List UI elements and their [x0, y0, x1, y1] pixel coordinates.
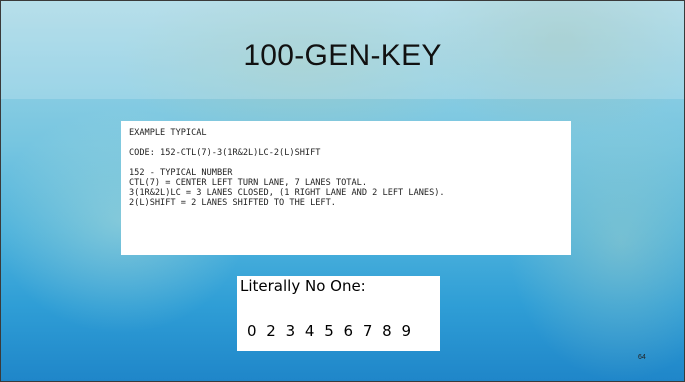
slide: 100-GEN-KEY EXAMPLE TYPICAL CODE: 152-CT…: [0, 0, 685, 382]
example-line-ctl: CTL(7) = CENTER LEFT TURN LANE, 7 LANES …: [129, 178, 367, 188]
example-code-box: EXAMPLE TYPICAL CODE: 152-CTL(7)-3(1R&2L…: [121, 121, 571, 255]
example-line-typical-number: 152 - TYPICAL NUMBER: [129, 168, 233, 178]
meme-image: Literally No One: 0 2 3 4 5 6 7 8 9: [237, 276, 440, 351]
page-number: 64: [638, 354, 646, 361]
example-heading: EXAMPLE TYPICAL: [129, 128, 207, 138]
example-line-lc: 3(1R&2L)LC = 3 LANES CLOSED, (1 RIGHT LA…: [129, 188, 445, 198]
example-line-shift: 2(L)SHIFT = 2 LANES SHIFTED TO THE LEFT.: [129, 198, 336, 208]
slide-title: 100-GEN-KEY: [243, 39, 442, 72]
meme-caption: Literally No One:: [240, 277, 366, 295]
meme-digits: 0 2 3 4 5 6 7 8 9: [247, 322, 412, 340]
example-code: CODE: 152-CTL(7)-3(1R&2L)LC-2(L)SHIFT: [129, 148, 321, 158]
